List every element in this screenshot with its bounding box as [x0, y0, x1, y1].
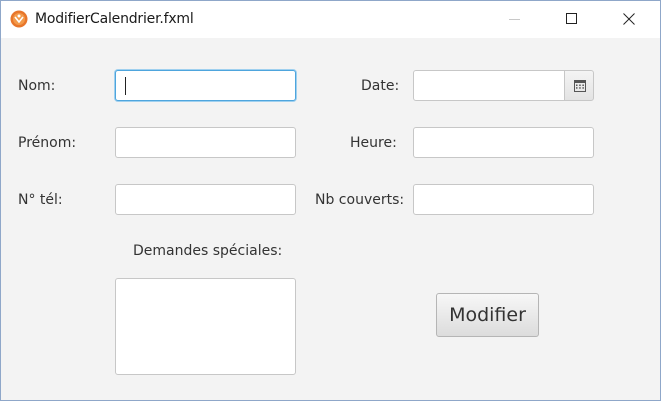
close-button[interactable] — [606, 1, 652, 38]
minimize-icon — [509, 19, 520, 20]
nom-label: Nom: — [18, 78, 56, 94]
calendar-icon — [574, 80, 586, 92]
minimize-button[interactable] — [492, 1, 538, 38]
couverts-label: Nb couverts: — [315, 192, 405, 208]
maximize-button[interactable] — [549, 1, 595, 38]
maximize-icon — [566, 13, 577, 24]
demandes-label: Demandes spéciales: — [133, 243, 283, 259]
tel-input[interactable] — [115, 184, 296, 215]
prenom-input[interactable] — [115, 127, 296, 158]
text-caret — [125, 77, 126, 95]
title-bar[interactable]: ModifierCalendrier.fxml — [1, 1, 660, 38]
date-label: Date: — [361, 78, 400, 94]
date-input[interactable] — [413, 70, 565, 101]
date-picker-button[interactable] — [564, 70, 594, 101]
heure-input[interactable] — [413, 127, 594, 158]
close-icon — [623, 13, 635, 25]
couverts-input[interactable] — [413, 184, 594, 215]
prenom-label: Prénom: — [18, 135, 77, 151]
tel-label: N° tél: — [18, 192, 63, 208]
nom-input[interactable] — [115, 70, 296, 101]
modifier-button[interactable]: Modifier — [436, 293, 539, 337]
app-logo-icon — [10, 10, 28, 28]
demandes-textarea[interactable] — [115, 278, 296, 375]
window-title: ModifierCalendrier.fxml — [35, 11, 194, 27]
heure-label: Heure: — [350, 135, 397, 151]
application-window: ModifierCalendrier.fxml Nom: Prénom: N° … — [0, 0, 661, 401]
